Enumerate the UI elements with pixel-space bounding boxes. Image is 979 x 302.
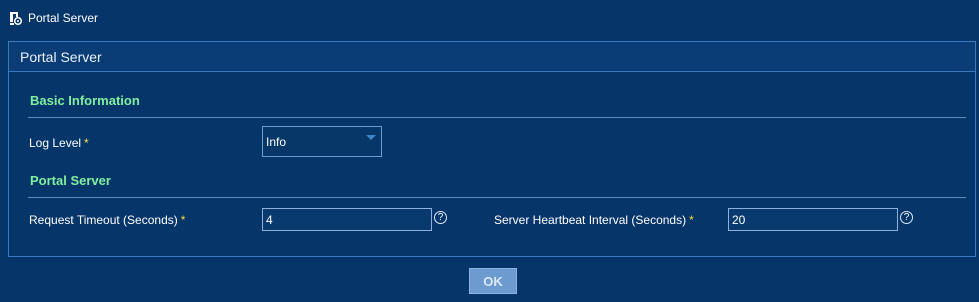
help-icon[interactable]: ? bbox=[900, 211, 913, 224]
heartbeat-interval-label-text: Server Heartbeat Interval (Seconds) bbox=[494, 213, 687, 227]
log-level-label: Log Level * bbox=[29, 136, 89, 150]
request-timeout-input[interactable] bbox=[262, 208, 432, 231]
section-divider bbox=[28, 197, 966, 198]
log-level-label-text: Log Level bbox=[29, 136, 82, 150]
page-header: Portal Server bbox=[9, 9, 98, 27]
ok-button[interactable]: OK bbox=[469, 268, 517, 294]
panel-title: Portal Server bbox=[20, 48, 102, 65]
required-mark: * bbox=[689, 213, 694, 227]
heartbeat-interval-input[interactable] bbox=[728, 208, 898, 231]
heartbeat-interval-label: Server Heartbeat Interval (Seconds) * bbox=[494, 213, 694, 227]
portal-server-heading: Portal Server bbox=[30, 173, 111, 188]
portal-server-panel: Portal Server Basic Information Log Leve… bbox=[8, 41, 976, 257]
required-mark: * bbox=[84, 136, 89, 150]
request-timeout-label: Request Timeout (Seconds) * bbox=[29, 213, 185, 227]
portal-server-icon bbox=[9, 10, 23, 26]
basic-information-heading: Basic Information bbox=[30, 93, 140, 108]
log-level-selected-value: Info bbox=[266, 134, 287, 149]
request-timeout-label-text: Request Timeout (Seconds) bbox=[29, 213, 178, 227]
section-divider bbox=[28, 117, 966, 118]
log-level-select[interactable]: Info bbox=[262, 126, 382, 157]
help-icon[interactable]: ? bbox=[434, 211, 447, 224]
chevron-down-icon bbox=[366, 135, 376, 140]
page-title: Portal Server bbox=[28, 11, 99, 25]
required-mark: * bbox=[180, 213, 186, 227]
panel-title-bar: Portal Server bbox=[9, 42, 975, 72]
